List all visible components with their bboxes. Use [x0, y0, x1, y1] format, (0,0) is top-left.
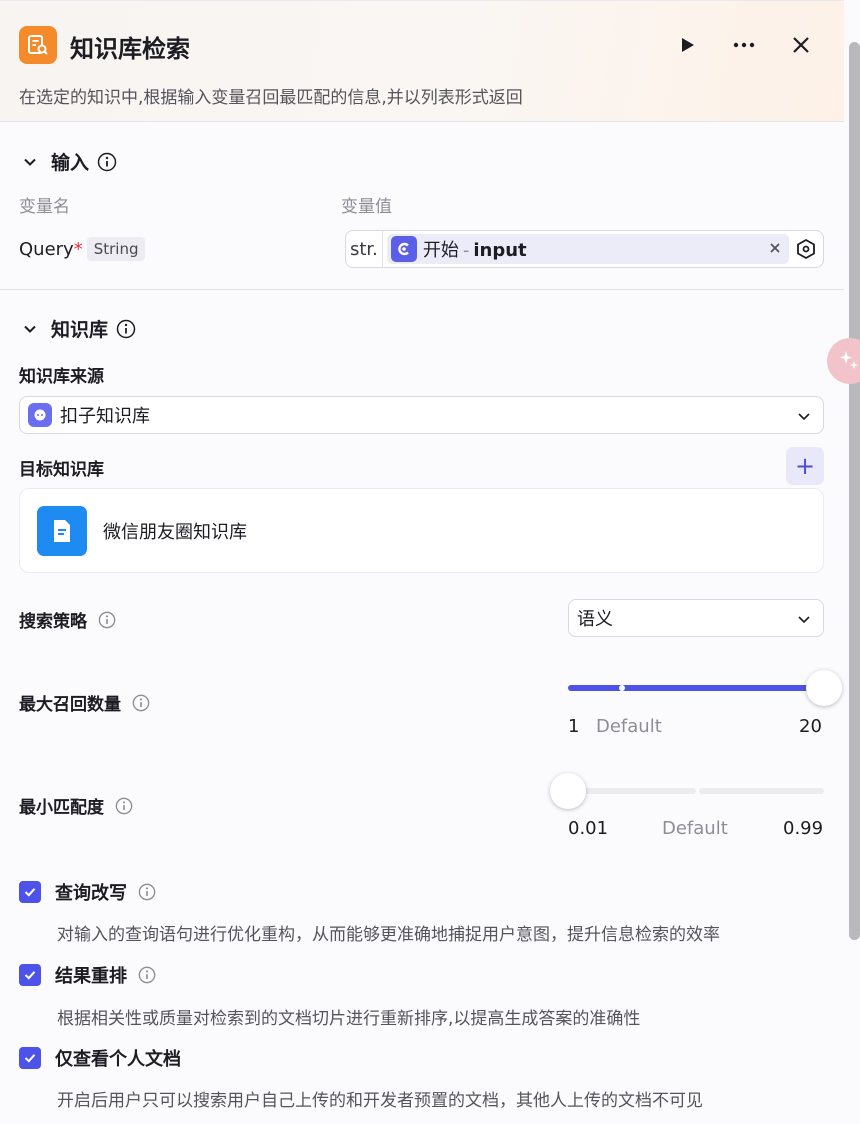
- chevron-down-icon: [24, 158, 36, 166]
- min-match-slider-track-right[interactable]: [699, 788, 824, 794]
- variable-value-input[interactable]: str. 开始 - input: [345, 230, 824, 268]
- more-button[interactable]: [728, 29, 760, 61]
- info-icon[interactable]: [97, 152, 117, 172]
- min-match-row: 最小匹配度: [19, 793, 134, 818]
- query-rewrite-description: 对输入的查询语句进行优化重构，从而能够更准确地捕捉用户意图，提升信息检索的效率: [57, 925, 720, 945]
- chevron-down-icon: [24, 325, 36, 333]
- kb-source-value: 扣子知识库: [60, 406, 150, 427]
- kb-section-header: 知识库: [19, 315, 136, 342]
- query-rewrite-option: 查询改写: [19, 879, 157, 905]
- collapse-kb-toggle[interactable]: [19, 318, 41, 340]
- max-recall-slider-track[interactable]: [568, 685, 824, 691]
- kb-list-item[interactable]: 微信朋友圈知识库: [19, 488, 824, 573]
- variable-reference-chip[interactable]: 开始 - input: [386, 234, 790, 264]
- knowledge-node-icon: [19, 26, 57, 64]
- sparkle-icon: [840, 351, 858, 369]
- max-recall-row: 最大召回数量: [19, 690, 151, 715]
- search-strategy-label: 搜索策略: [19, 612, 87, 632]
- chevron-down-icon: [797, 611, 811, 630]
- min-match-max: 0.99: [783, 818, 824, 839]
- panel-header: 知识库检索 在选定的知识中,根据输入变量召回最匹配的信息,并以列表形式返回: [0, 0, 844, 122]
- kb-name: 微信朋友圈知识库: [103, 521, 247, 543]
- query-variable-name: Query * String: [19, 237, 146, 261]
- start-node-icon: [390, 236, 417, 262]
- query-rewrite-checkbox[interactable]: [19, 881, 41, 903]
- more-icon: [733, 42, 755, 48]
- section-divider: [0, 289, 844, 290]
- max-recall-label: 最大召回数量: [19, 695, 121, 715]
- info-icon[interactable]: [97, 610, 117, 630]
- personal-docs-label: 仅查看个人文档: [55, 1049, 181, 1070]
- min-match-label: 最小匹配度: [19, 798, 104, 818]
- required-mark: *: [73, 238, 83, 260]
- check-icon: [24, 1054, 36, 1063]
- max-recall-slider-handle[interactable]: [806, 670, 842, 706]
- info-icon[interactable]: [114, 796, 134, 816]
- col-name-label: 变量名: [19, 197, 70, 217]
- min-match-min: 0.01: [568, 818, 609, 839]
- type-badge: String: [86, 237, 146, 261]
- min-match-slider-handle[interactable]: [550, 773, 586, 809]
- check-icon: [24, 971, 36, 980]
- info-icon[interactable]: [137, 882, 157, 902]
- page-title: 知识库检索: [70, 35, 190, 63]
- col-value-label: 变量值: [341, 197, 392, 217]
- min-match-default-label: Default: [662, 818, 728, 839]
- input-section-title: 输入: [51, 152, 90, 174]
- query-rewrite-label: 查询改写: [55, 883, 127, 904]
- info-icon[interactable]: [116, 319, 136, 339]
- hexagon-settings-icon: [797, 238, 815, 260]
- personal-docs-option: 仅查看个人文档: [19, 1045, 191, 1071]
- default-tick: [619, 685, 625, 691]
- info-icon[interactable]: [131, 693, 151, 713]
- min-match-slider-track[interactable]: [568, 788, 696, 794]
- variable-reference-text: 开始 - input: [423, 236, 527, 262]
- max-recall-min: 1: [568, 716, 580, 737]
- rerank-option: 结果重排: [19, 962, 157, 988]
- max-recall-default-label: Default: [596, 716, 662, 737]
- collapse-input-toggle[interactable]: [19, 151, 41, 173]
- value-type-prefix: str.: [346, 231, 383, 267]
- node-description: 在选定的知识中,根据输入变量召回最匹配的信息,并以列表形式返回: [19, 88, 523, 108]
- search-strategy-select[interactable]: 语义: [568, 599, 824, 637]
- target-kb-label: 目标知识库: [19, 460, 104, 480]
- search-strategy-row: 搜索策略: [19, 607, 117, 632]
- source-node-name: 开始: [422, 240, 459, 261]
- check-icon: [24, 888, 36, 897]
- search-strategy-value: 语义: [577, 609, 613, 630]
- play-icon: [682, 38, 694, 52]
- personal-docs-description: 开启后用户只可以搜索用户自己上传的和开发者预置的文档，其他人上传的文档不可见: [57, 1091, 703, 1111]
- scrollbar[interactable]: [849, 42, 860, 940]
- close-icon: [770, 243, 780, 253]
- personal-docs-checkbox[interactable]: [19, 1047, 41, 1069]
- chevron-down-icon: [797, 408, 811, 427]
- variable-name: Query: [19, 238, 74, 260]
- close-icon: [793, 37, 809, 53]
- kb-source-select[interactable]: 扣子知识库: [19, 396, 824, 434]
- close-button[interactable]: [785, 29, 817, 61]
- reference-separator: -: [462, 240, 470, 261]
- variable-setting-button[interactable]: [789, 231, 823, 267]
- run-button[interactable]: [671, 29, 703, 61]
- source-variable-name: input: [473, 240, 527, 261]
- kb-section-title: 知识库: [51, 319, 109, 341]
- knowledge-retrieval-panel: 知识库检索 在选定的知识中,根据输入变量召回最匹配的信息,并以列表形式返回 输入: [0, 0, 844, 1124]
- coze-icon: [28, 403, 52, 427]
- clear-reference-button[interactable]: [769, 239, 781, 258]
- info-icon[interactable]: [137, 965, 157, 985]
- kb-source-label: 知识库来源: [19, 367, 104, 387]
- max-recall-max: 20: [799, 716, 822, 737]
- input-section-header: 输入: [19, 148, 117, 175]
- add-kb-button[interactable]: +: [786, 447, 824, 485]
- document-icon: [37, 505, 87, 556]
- rerank-description: 根据相关性或质量对检索到的文档切片进行重新排序,以提高生成答案的准确性: [57, 1009, 641, 1029]
- rerank-label: 结果重排: [55, 966, 127, 987]
- rerank-checkbox[interactable]: [19, 964, 41, 986]
